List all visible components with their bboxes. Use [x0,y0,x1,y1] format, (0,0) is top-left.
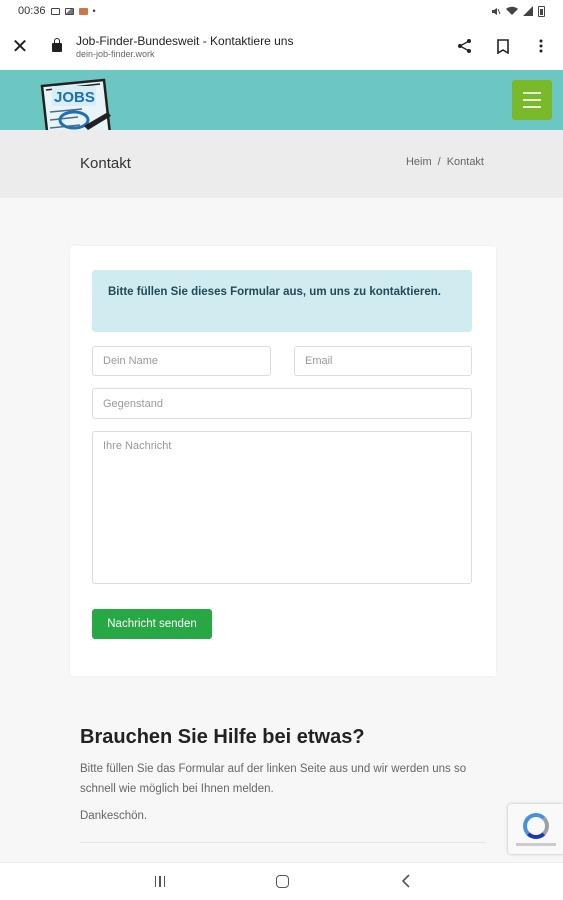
breadcrumb-current: Kontakt [446,156,484,168]
name-input[interactable] [92,346,271,376]
subject-input[interactable] [92,388,472,419]
help-thanks: Dankeschön. [80,810,148,822]
recaptcha-badge[interactable] [508,804,563,854]
help-text: Bitte füllen Sie das Formular auf der li… [80,763,467,795]
recaptcha-icon [522,812,549,839]
recent-apps-icon[interactable] [150,871,170,891]
browser-toolbar: ✕ Job-Finder-Bundesweit - Kontaktiere un… [0,22,563,70]
gallery-icon [64,7,74,15]
more-options-icon[interactable] [533,38,549,54]
status-time: 00:36 [18,5,46,17]
message-textarea[interactable] [92,431,472,584]
breadcrumb-home-link[interactable]: Heim [406,156,432,168]
breadcrumb: Heim / Kontakt [406,156,484,168]
logo-text: JOBS [54,89,95,106]
app-notification-icon [78,7,88,15]
back-icon[interactable] [396,871,416,891]
hamburger-menu-button[interactable] [512,80,552,120]
share-icon[interactable] [457,38,473,54]
home-icon[interactable] [272,871,292,891]
signal-icon [523,6,533,16]
status-bar: 00:36 • [0,0,563,22]
email-input[interactable] [294,346,472,376]
breadcrumb-separator: / [437,156,441,168]
mute-icon [492,7,501,15]
menu-bar-icon [523,92,541,94]
screen-cast-icon [50,7,60,15]
browser-url: dein-job-finder.work [76,48,155,59]
browser-page-title: Job-Finder-Bundesweit - Kontaktiere uns [76,33,294,48]
lock-icon[interactable] [52,38,62,52]
divider [80,842,485,843]
close-tab-icon[interactable]: ✕ [0,34,40,59]
system-navigation-bar [0,862,563,900]
recaptcha-legal-text [515,842,556,846]
menu-bar-icon [523,99,541,101]
send-message-button[interactable]: Nachricht senden [92,609,212,639]
page-title: Kontakt [80,155,131,172]
form-info-alert: Bitte füllen Sie dieses Formular aus, um… [92,270,472,332]
address-bar[interactable]: Job-Finder-Bundesweit - Kontaktiere uns … [76,34,457,59]
menu-bar-icon [523,106,541,108]
help-heading: Brauchen Sie Hilfe bei etwas? [80,726,365,748]
more-notifications-dot-icon: • [92,6,96,16]
battery-icon [538,5,545,17]
bookmark-icon[interactable] [495,38,511,54]
wifi-icon [506,6,518,15]
